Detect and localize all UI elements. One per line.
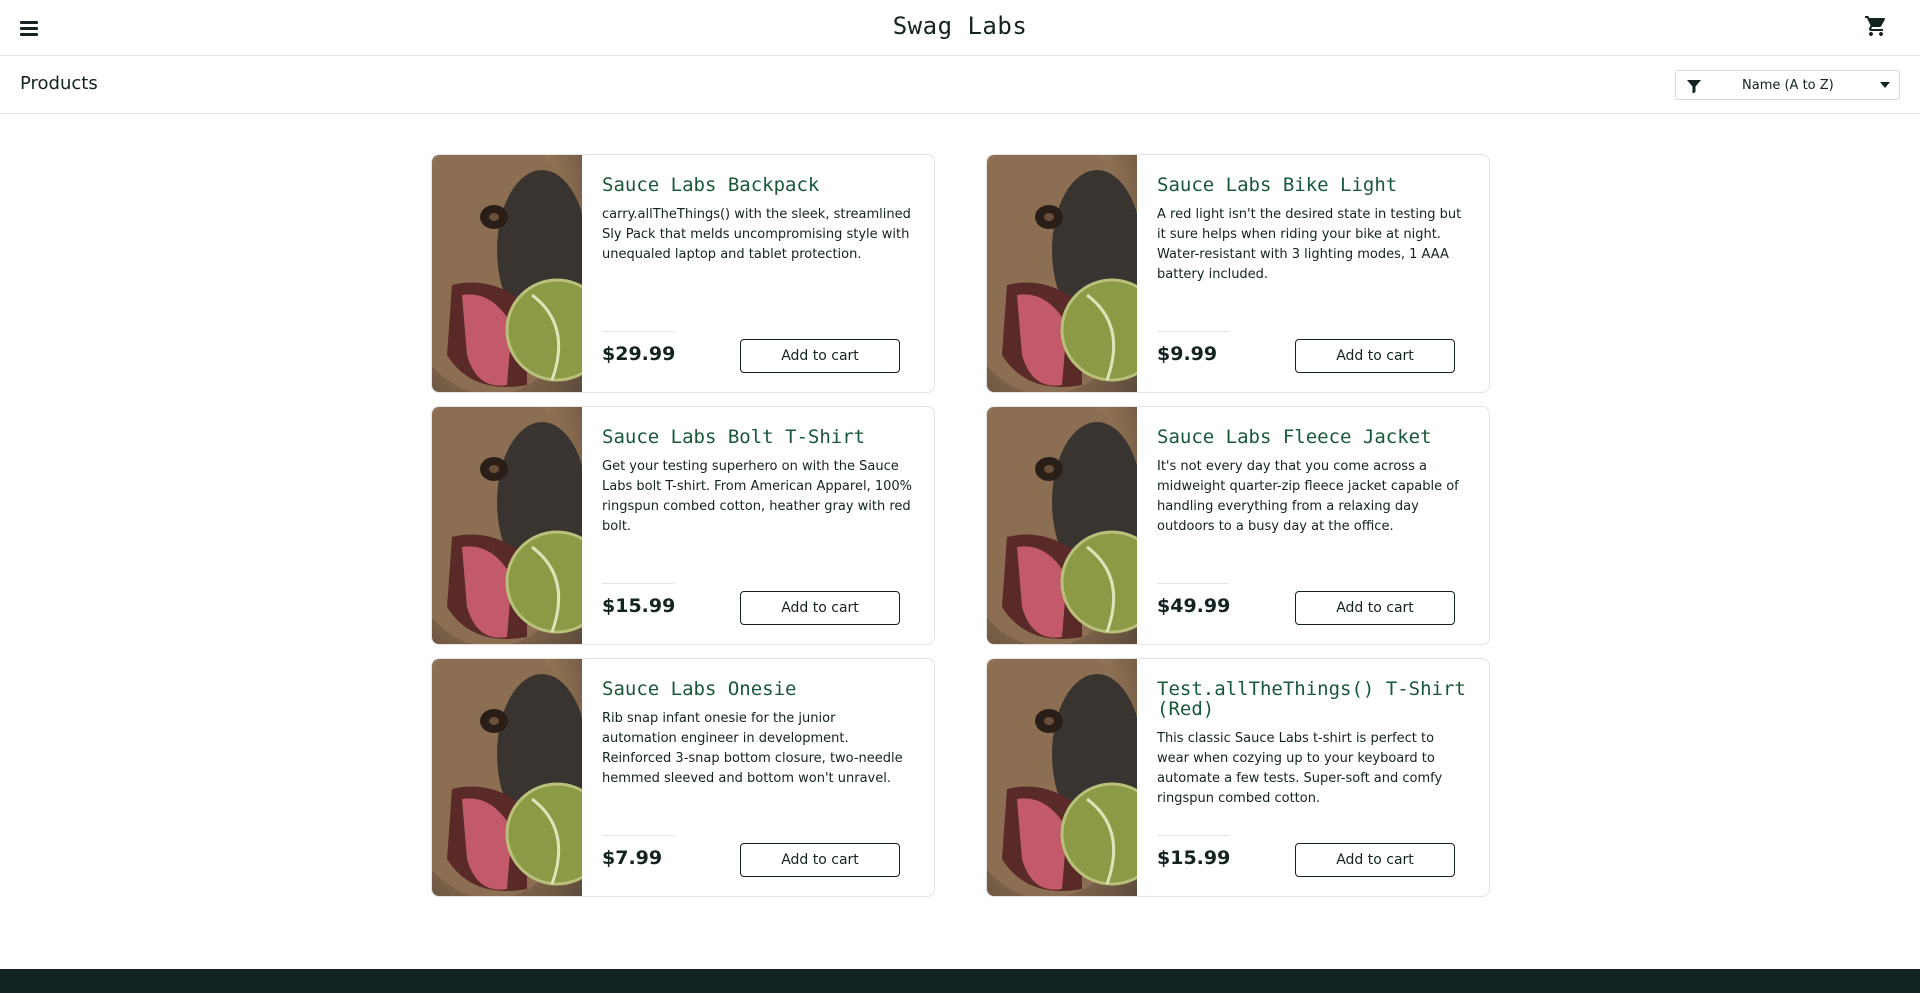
app-logo: Swag Labs (892, 12, 1028, 40)
pug-illustration (987, 155, 1137, 392)
secondary-header: Products Name (A to Z) (0, 56, 1920, 114)
product-price: $15.99 (602, 595, 676, 617)
sort-selected-value: Name (A to Z) (1742, 78, 1834, 93)
product-description: carry.allTheThings() with the sleek, str… (602, 207, 911, 262)
page-title: Products (20, 73, 98, 94)
product-description: A red light isn't the desired state in t… (1157, 207, 1462, 282)
product-image[interactable] (987, 659, 1137, 896)
hamburger-menu-icon[interactable] (18, 17, 42, 39)
product-name[interactable]: Test.allTheThings() T-Shirt (Red) (1157, 679, 1467, 719)
add-to-cart-button[interactable]: Add to cart (740, 843, 900, 877)
add-to-cart-button[interactable]: Add to cart (1295, 339, 1455, 373)
product-name[interactable]: Sauce Labs Fleece Jacket (1157, 427, 1467, 447)
product-description: It's not every day that you come across … (1157, 459, 1459, 534)
product-price: $49.99 (1157, 595, 1231, 617)
chevron-down-icon (1880, 82, 1890, 88)
product-price: $15.99 (1157, 847, 1231, 869)
shopping-cart-icon[interactable] (1864, 14, 1888, 38)
divider (602, 835, 674, 836)
inventory-list: Sauce Labs Backpack carry.allTheThings()… (431, 154, 1491, 899)
sort-select[interactable]: Name (A to Z) (1675, 70, 1900, 100)
product-image[interactable] (432, 659, 582, 896)
inventory-item: Sauce Labs Bolt T-Shirt Get your testing… (431, 406, 935, 645)
product-name[interactable]: Sauce Labs Bolt T-Shirt (602, 427, 912, 447)
inventory-item: Test.allTheThings() T-Shirt (Red) This c… (986, 658, 1490, 897)
product-image[interactable] (432, 155, 582, 392)
add-to-cart-button[interactable]: Add to cart (1295, 843, 1455, 877)
product-description: Get your testing superhero on with the S… (602, 459, 912, 534)
add-to-cart-button[interactable]: Add to cart (740, 591, 900, 625)
product-image[interactable] (987, 407, 1137, 644)
product-name[interactable]: Sauce Labs Bike Light (1157, 175, 1467, 195)
divider (602, 331, 674, 332)
inventory-item: Sauce Labs Bike Light A red light isn't … (986, 154, 1490, 393)
inventory-item: Sauce Labs Onesie Rib snap infant onesie… (431, 658, 935, 897)
pug-illustration (987, 659, 1137, 896)
pug-illustration (432, 155, 582, 392)
divider (1157, 331, 1229, 332)
app-header: Swag Labs (0, 0, 1920, 56)
divider (1157, 583, 1229, 584)
inventory-item: Sauce Labs Backpack carry.allTheThings()… (431, 154, 935, 393)
pug-illustration (432, 407, 582, 644)
pug-illustration (432, 659, 582, 896)
footer (0, 969, 1920, 993)
product-image[interactable] (432, 407, 582, 644)
product-price: $29.99 (602, 343, 676, 365)
inventory-item: Sauce Labs Fleece Jacket It's not every … (986, 406, 1490, 645)
pug-illustration (987, 407, 1137, 644)
product-image[interactable] (987, 155, 1137, 392)
product-name[interactable]: Sauce Labs Onesie (602, 679, 912, 699)
product-price: $7.99 (602, 847, 663, 869)
filter-icon (1686, 78, 1702, 98)
product-price: $9.99 (1157, 343, 1218, 365)
product-description: Rib snap infant onesie for the junior au… (602, 711, 903, 786)
add-to-cart-button[interactable]: Add to cart (740, 339, 900, 373)
add-to-cart-button[interactable]: Add to cart (1295, 591, 1455, 625)
product-name[interactable]: Sauce Labs Backpack (602, 175, 912, 195)
product-description: This classic Sauce Labs t-shirt is perfe… (1157, 731, 1443, 806)
divider (602, 583, 674, 584)
divider (1157, 835, 1229, 836)
